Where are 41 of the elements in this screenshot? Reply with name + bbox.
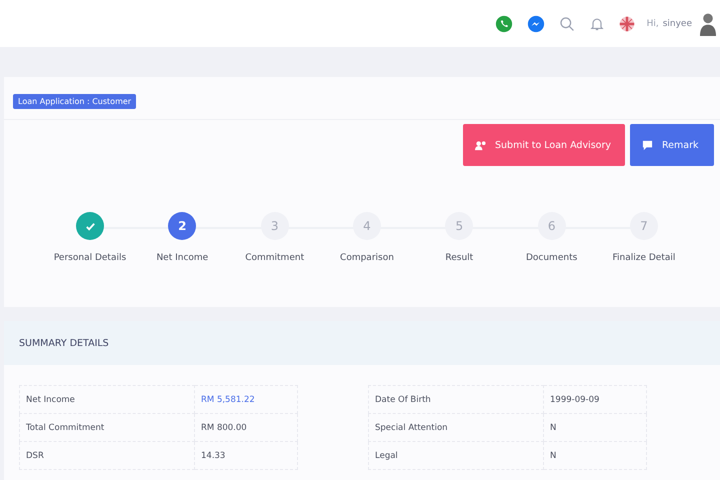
summary-title: SUMMARY DETAILS [19, 338, 109, 348]
messenger-icon[interactable] [526, 14, 545, 32]
step-circle[interactable]: 4 [352, 212, 381, 240]
step-circle[interactable]: 3 [260, 212, 289, 240]
comment-icon [642, 140, 653, 150]
table-cell: Net Income [20, 386, 194, 414]
value-link[interactable]: RM 5,581.22 [194, 386, 298, 414]
step-label: Finalize Detail [612, 253, 676, 263]
table-cell: DSR [20, 442, 194, 470]
bell-icon[interactable] [588, 16, 605, 32]
person-icon [475, 140, 486, 150]
whatsapp-icon[interactable] [494, 14, 513, 32]
table-cell: Date Of Birth [368, 386, 544, 414]
step-circle[interactable] [76, 212, 104, 240]
table-cell: 14.33 [194, 442, 298, 470]
table-cell: N [544, 414, 646, 442]
step-label: Commitment [245, 253, 304, 263]
step-circle[interactable]: 7 [630, 212, 658, 240]
flag-icon[interactable] [618, 16, 635, 32]
step-label: Result [445, 253, 474, 263]
step-circle[interactable]: 6 [538, 212, 566, 240]
step-circle[interactable]: 5 [445, 212, 474, 240]
submit-button[interactable]: Submit to Loan Advisory [463, 124, 625, 166]
step-label: Personal Details [54, 253, 126, 263]
step-label: Net Income [156, 253, 208, 263]
step-circle[interactable]: 2 [168, 212, 196, 240]
table-cell: Legal [368, 442, 544, 470]
table-cell: Special Attention [368, 414, 544, 442]
remark-button[interactable]: Remark [630, 124, 714, 166]
search-icon[interactable] [558, 16, 575, 32]
check-icon [84, 220, 96, 232]
avatar-icon[interactable] [700, 10, 716, 36]
table-cell: Total Commitment [20, 414, 194, 442]
step-label: Comparison [340, 253, 394, 263]
page-badge: Loan Application : Customer [13, 94, 136, 109]
table-cell: N [544, 442, 646, 470]
user-name[interactable]: sinyee [662, 18, 692, 28]
table-cell: RM 800.00 [194, 414, 298, 442]
table-cell: 1999-09-09 [544, 386, 646, 414]
step-label: Documents [526, 253, 578, 263]
greeting-text: Hi, [646, 18, 659, 28]
